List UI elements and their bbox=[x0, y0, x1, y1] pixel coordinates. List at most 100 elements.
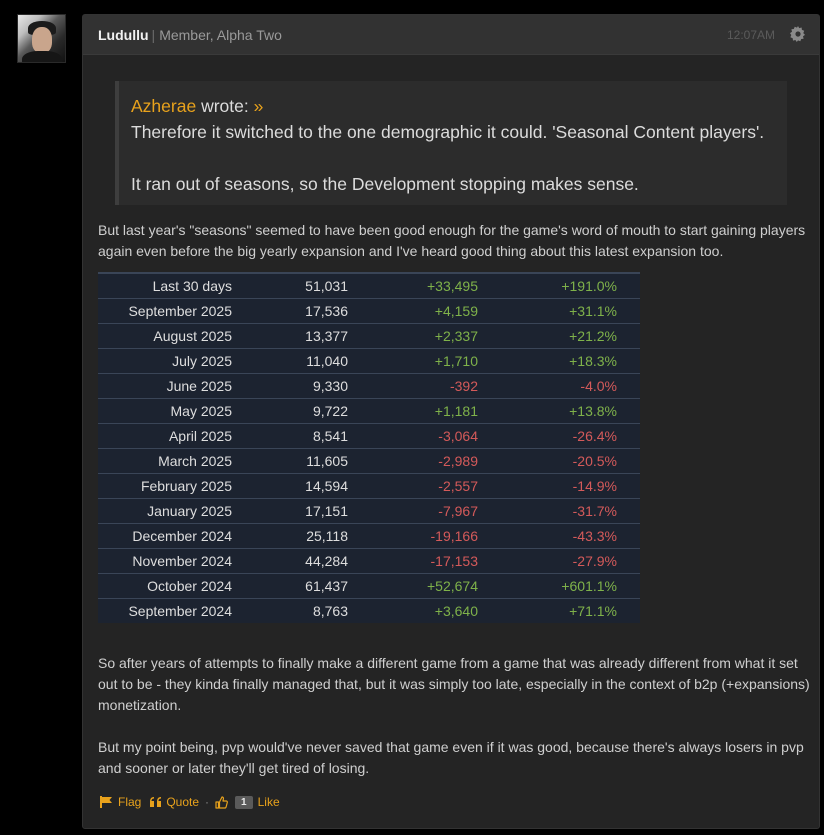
stats-month-cell: September 2025 bbox=[128, 302, 232, 319]
stats-change-cell: +33,495 bbox=[427, 277, 478, 294]
stats-change-cell: +52,674 bbox=[427, 577, 478, 594]
stats-percent-cell: -4.0% bbox=[580, 377, 617, 394]
avatar-body bbox=[22, 51, 62, 62]
stats-change-cell: -7,967 bbox=[438, 502, 478, 519]
stats-row: May 2025 9,722 +1,181 +13.8% bbox=[98, 398, 640, 423]
stats-row-padding bbox=[617, 298, 640, 323]
stats-change-cell: -17,153 bbox=[430, 552, 478, 569]
stats-percent-cell: +601.1% bbox=[561, 577, 617, 594]
stats-players-cell: 8,763 bbox=[312, 602, 348, 619]
stats-row-padding bbox=[617, 523, 640, 548]
stats-percent-cell: -26.4% bbox=[572, 427, 617, 444]
header-separator: | bbox=[151, 26, 156, 43]
stats-percent-cell: -27.9% bbox=[572, 552, 617, 569]
stats-row-padding bbox=[617, 598, 640, 623]
stats-row: December 2024 25,118 -19,166 -43.3% bbox=[98, 523, 640, 548]
post-paragraph-3: But my point being, pvp would've never s… bbox=[98, 739, 804, 776]
gear-icon[interactable] bbox=[790, 26, 806, 42]
stats-month-cell: May 2025 bbox=[170, 402, 232, 419]
stats-month-cell: December 2024 bbox=[132, 527, 232, 544]
stats-change-cell: +1,181 bbox=[434, 402, 478, 419]
stats-row: February 2025 14,594 -2,557 -14.9% bbox=[98, 473, 640, 498]
stats-players-cell: 17,536 bbox=[305, 302, 348, 319]
stats-row: March 2025 11,605 -2,989 -20.5% bbox=[98, 448, 640, 473]
stats-month-cell: November 2024 bbox=[132, 552, 232, 569]
stats-percent-cell: -31.7% bbox=[572, 502, 617, 519]
like-count-badge: 1 bbox=[235, 795, 253, 809]
quote-icon bbox=[150, 797, 162, 807]
stats-month-cell: March 2025 bbox=[158, 452, 232, 469]
stats-percent-cell: -20.5% bbox=[572, 452, 617, 469]
stats-change-cell: -19,166 bbox=[430, 527, 478, 544]
stats-players-cell: 8,541 bbox=[312, 427, 348, 444]
quote-jump-link[interactable]: » bbox=[254, 96, 264, 116]
stats-month-cell: August 2025 bbox=[153, 327, 232, 344]
stats-players-cell: 11,040 bbox=[306, 352, 348, 369]
stats-row: January 2025 17,151 -7,967 -31.7% bbox=[98, 498, 640, 523]
stats-row: November 2024 44,284 -17,153 -27.9% bbox=[98, 548, 640, 573]
stats-row: September 2024 8,763 +3,640 +71.1% bbox=[98, 598, 640, 623]
stats-month-cell: July 2025 bbox=[172, 352, 232, 369]
username[interactable]: Ludullu bbox=[98, 27, 149, 43]
stats-change-cell: +3,640 bbox=[434, 602, 478, 619]
stats-row: July 2025 11,040 +1,710 +18.3% bbox=[98, 348, 640, 373]
stats-percent-cell: -14.9% bbox=[572, 477, 617, 494]
stats-row-padding bbox=[617, 548, 640, 573]
stats-row-padding bbox=[617, 348, 640, 373]
stats-percent-cell: +18.3% bbox=[569, 352, 617, 369]
post-time[interactable]: 12:07AM bbox=[727, 28, 775, 42]
post-header: Ludullu | Member, Alpha Two 12:07AM bbox=[83, 15, 819, 55]
stats-row-padding bbox=[617, 323, 640, 348]
flag-label: Flag bbox=[118, 795, 142, 809]
stats-change-cell: +2,337 bbox=[434, 327, 478, 344]
stats-percent-cell: +191.0% bbox=[561, 277, 617, 294]
stats-players-cell: 61,437 bbox=[305, 577, 348, 594]
stats-month-cell: Last 30 days bbox=[152, 277, 232, 294]
stats-percent-cell: +31.1% bbox=[569, 302, 617, 319]
stats-change-cell: -3,064 bbox=[438, 427, 478, 444]
quote-paragraph: Therefore it switched to the one demogra… bbox=[131, 122, 765, 142]
stats-row: June 2025 9,330 -392 -4.0% bbox=[98, 373, 640, 398]
stats-row-padding bbox=[617, 273, 640, 298]
actions-separator: · bbox=[205, 795, 210, 809]
stats-row: April 2025 8,541 -3,064 -26.4% bbox=[98, 423, 640, 448]
player-stats-table: Last 30 days 51,031 +33,495 +191.0% Septembe… bbox=[98, 272, 640, 623]
member-rank: Member, Alpha Two bbox=[159, 26, 282, 43]
stats-row-padding bbox=[617, 498, 640, 523]
stats-month-cell: September 2024 bbox=[128, 602, 232, 619]
quote-block: Azherae wrote: » Therefore it switched t… bbox=[115, 81, 787, 205]
quote-author[interactable]: Azherae bbox=[131, 96, 196, 116]
stats-percent-cell: +71.1% bbox=[569, 602, 617, 619]
stats-percent-cell: +13.8% bbox=[569, 402, 617, 419]
stats-month-cell: October 2024 bbox=[147, 577, 232, 594]
stats-players-cell: 13,377 bbox=[305, 327, 348, 344]
quote-label: Quote bbox=[166, 795, 200, 809]
stats-row: October 2024 61,437 +52,674 +601.1% bbox=[98, 573, 640, 598]
stats-change-cell: -2,557 bbox=[438, 477, 478, 494]
stats-players-cell: 9,722 bbox=[312, 402, 348, 419]
stats-month-cell: January 2025 bbox=[147, 502, 232, 519]
stats-row-padding bbox=[617, 573, 640, 598]
stats-players-cell: 14,594 bbox=[305, 477, 348, 494]
stats-players-cell: 11,605 bbox=[306, 452, 348, 469]
stats-row-padding bbox=[617, 448, 640, 473]
quote-wrote-label: wrote: bbox=[201, 96, 249, 116]
stats-percent-cell: -43.3% bbox=[572, 527, 617, 544]
flag-button[interactable]: Flag bbox=[100, 795, 141, 809]
stats-players-cell: 9,330 bbox=[312, 377, 348, 394]
stats-month-cell: June 2025 bbox=[166, 377, 232, 394]
avatar[interactable] bbox=[17, 14, 66, 63]
stats-row: August 2025 13,377 +2,337 +21.2% bbox=[98, 323, 640, 348]
stats-month-cell: February 2025 bbox=[140, 477, 232, 494]
stats-row-padding bbox=[617, 373, 640, 398]
quote-attribution: Azherae wrote: » bbox=[131, 93, 775, 119]
stats-row-padding bbox=[617, 398, 640, 423]
stats-row-padding bbox=[617, 423, 640, 448]
like-button[interactable]: 1 Like bbox=[215, 795, 280, 809]
quote-button[interactable]: Quote bbox=[150, 795, 199, 809]
post-paragraph-2: So after years of attempts to finally ma… bbox=[98, 655, 810, 713]
stats-players-cell: 51,031 bbox=[305, 277, 348, 294]
stats-players-cell: 44,284 bbox=[305, 552, 348, 569]
stats-row: Last 30 days 51,031 +33,495 +191.0% bbox=[98, 273, 640, 298]
thumbs-up-icon bbox=[215, 795, 228, 809]
